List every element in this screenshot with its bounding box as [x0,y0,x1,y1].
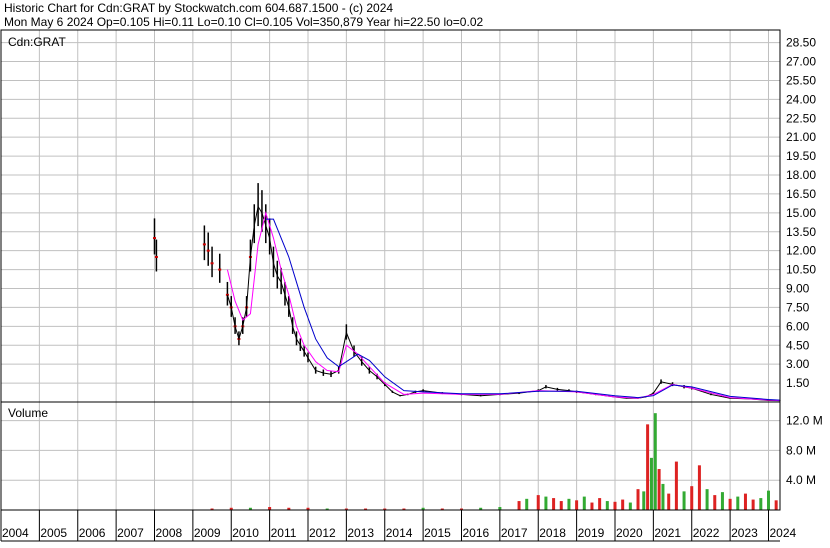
year-label: 2011 [271,526,297,540]
volume-bar [682,491,686,510]
price-tick-label: 15.00 [786,206,816,220]
year-label: 2017 [501,526,528,540]
volume-bar [766,490,770,510]
price-tick-label: 22.50 [786,111,816,125]
volume-bar [605,501,609,510]
year-label: 2005 [40,526,67,540]
volume-bar [552,498,556,510]
volume-bar [575,500,579,510]
price-tick-label: 6.00 [786,319,810,333]
volume-bar [690,486,694,510]
year-label: 2013 [347,526,374,540]
volume-bar [598,498,602,510]
volume-bar [774,500,778,510]
year-label: 2021 [654,526,681,540]
year-label: 2016 [462,526,489,540]
year-label: 2020 [616,526,643,540]
moving-average-long-line [265,218,781,401]
year-label: 2010 [232,526,259,540]
header-title: Historic Chart for Cdn:GRAT by Stockwatc… [4,1,393,15]
year-label: 2007 [117,526,144,540]
price-tick-label: 1.50 [786,376,810,390]
price-tick-label: 25.50 [786,73,816,87]
price-point [202,243,206,246]
volume-bar [653,413,657,510]
year-label: 2004 [2,526,29,540]
volume-bar [713,495,717,510]
price-tick-label: 12.00 [786,244,816,258]
volume-bar [536,495,540,510]
year-label: 2008 [155,526,182,540]
volume-bar [657,469,661,510]
volume-bar [751,499,755,510]
year-label: 2019 [578,526,605,540]
price-tick-label: 13.50 [786,225,816,239]
price-line [226,205,781,402]
volume-bar [525,498,529,510]
volume-tick-label: 4.0 M [786,473,816,487]
volume-tick-label: 12.0 M [786,414,823,428]
volume-bar [728,498,732,510]
year-axis: 2004 2005 2006 2007 2008 2009 2010 2011 2012 2013… [0,510,797,542]
price-tick-label: 28.50 [786,36,816,50]
volume-bar [674,461,678,510]
price-tick-label: 4.50 [786,338,810,352]
price-point [152,237,156,240]
volume-bar [705,489,709,510]
year-label: 2009 [194,526,221,540]
volume-bar [649,457,653,510]
volume-bar [667,493,671,510]
price-point [218,268,222,271]
price-tick-label: 9.00 [786,282,810,296]
chart-canvas: Historic Chart for Cdn:GRAT by Stockwatc… [0,1,823,542]
volume-bar [544,496,548,510]
volume-bar [628,502,632,510]
volume-bar [720,492,724,510]
volume-panel: 12.0 M 8.0 M 4.0 M Volume [0,401,823,511]
volume-bar [567,498,571,510]
year-label: 2023 [731,526,758,540]
price-tick-label: 24.00 [786,92,816,106]
price-point [154,255,158,258]
volume-bar [621,499,625,510]
year-label: 2012 [309,526,336,540]
price-tick-label: 21.00 [786,130,816,144]
price-point [206,249,210,252]
volume-bar [743,493,747,510]
volume-bar [517,501,521,510]
price-frame [0,29,781,403]
volume-panel-label: Volume [8,406,48,420]
volume-bar [636,489,640,510]
price-panel: 28.50 27.00 25.50 24.00 22.50 21.00 19.50 18.00… [0,29,816,403]
volume-bar [646,424,650,510]
volume-bar [759,498,763,510]
volume-bar [736,496,740,510]
moving-average-short-line [226,210,781,402]
year-label: 2015 [424,526,451,540]
price-point [210,262,214,265]
volume-bar [661,483,665,510]
year-label: 2024 [769,526,796,540]
price-tick-label: 18.00 [786,168,816,182]
price-tick-label: 19.50 [786,149,816,163]
volume-tick-label: 8.0 M [786,443,816,457]
volume-bar [559,501,563,510]
volume-bar [642,491,646,510]
volume-bar [590,502,594,510]
price-panel-label: Cdn:GRAT [8,35,66,49]
volume-bar [582,496,586,510]
stock-chart: Historic Chart for Cdn:GRAT by Stockwatc… [0,0,830,543]
volume-bar [613,501,617,510]
year-label: 2014 [386,526,413,540]
price-tick-label: 10.50 [786,263,816,277]
year-label: 2022 [693,526,720,540]
price-tick-label: 16.50 [786,187,816,201]
year-label: 2018 [539,526,566,540]
price-tick-label: 3.00 [786,357,810,371]
volume-bar [697,465,701,510]
year-label: 2006 [79,526,106,540]
price-tick-label: 27.00 [786,55,816,69]
header-quote-line: Mon May 6 2024 Op=0.105 Hi=0.11 Lo=0.10 … [4,15,483,29]
price-tick-label: 7.50 [786,300,810,314]
